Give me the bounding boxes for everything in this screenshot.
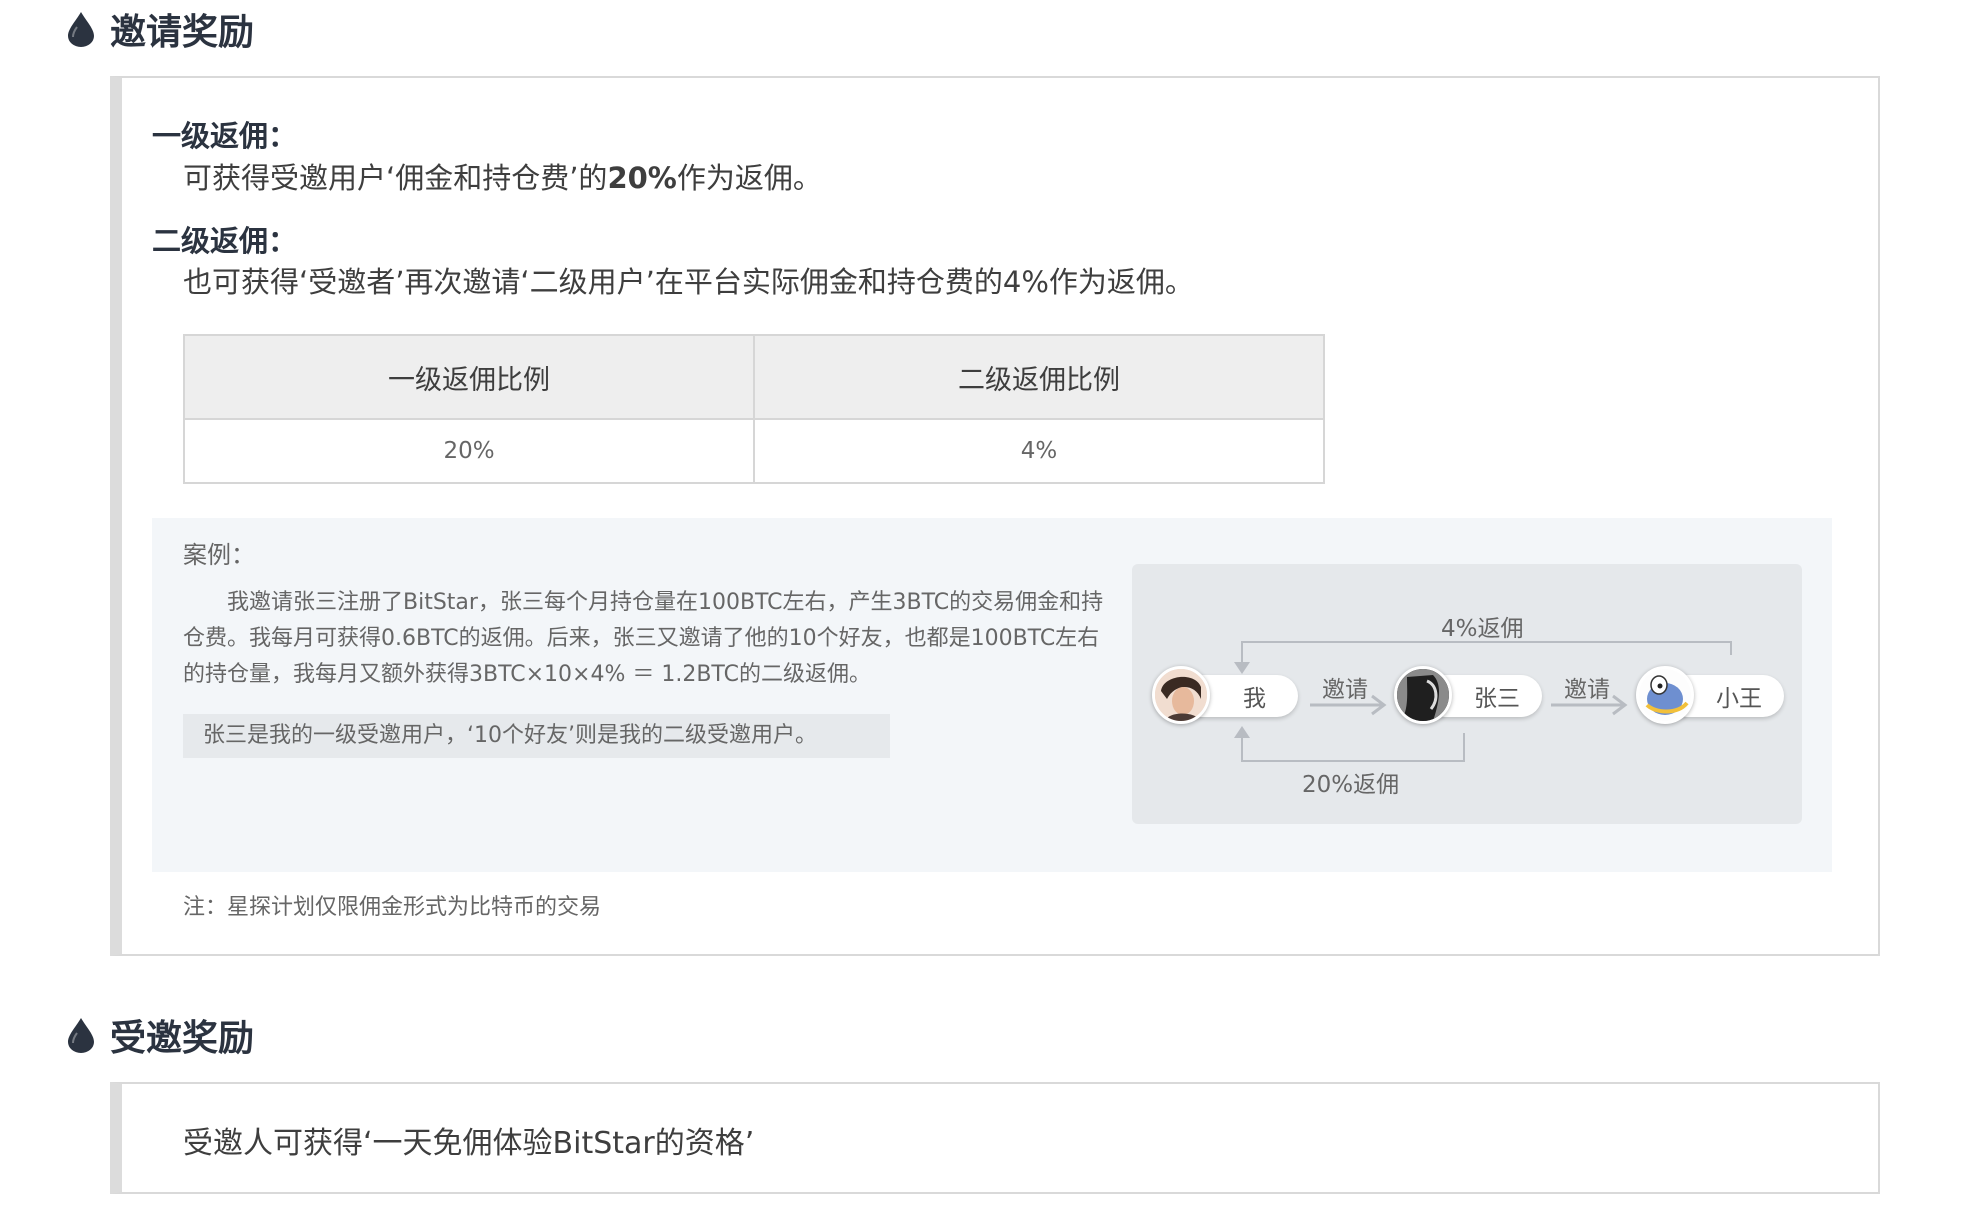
level1-desc-suffix: 作为返佣。 <box>676 161 822 195</box>
case-label: 案例： <box>183 541 255 569</box>
level2-title: 二级返佣： <box>152 224 298 258</box>
user-name-xiaowang: 小王 <box>1716 686 1762 712</box>
diagram-invite-label-1: 邀请 <box>1322 677 1368 703</box>
case-paragraph: 我邀请张三注册了BitStar，张三每个月持仓量在100BTC左右，产生3BTC… <box>183 585 1113 693</box>
avatar-me-icon <box>1155 669 1207 721</box>
ratio-value-level1: 20% <box>183 418 755 484</box>
level1-title: 一级返佣： <box>152 119 298 153</box>
ratio-header-level1: 一级返佣比例 <box>183 334 755 420</box>
level1-desc-prefix: 可获得受邀用户‘佣金和持仓费’的 <box>183 161 608 195</box>
diagram-top-label: 4%返佣 <box>1441 616 1524 642</box>
user-name-me: 我 <box>1243 686 1266 712</box>
ratio-table-header: 一级返佣比例 二级返佣比例 <box>183 334 1325 420</box>
level2-desc: 也可获得‘受邀者’再次邀请‘二级用户’在平台实际佣金和持仓费的4%作为返佣。 <box>183 265 1194 299</box>
diagram-invite-label-2: 邀请 <box>1564 677 1610 703</box>
ratio-value-level2: 4% <box>753 418 1325 484</box>
avatar <box>1152 666 1210 724</box>
case-paragraph-text: 我邀请张三注册了BitStar，张三每个月持仓量在100BTC左右，产生3BTC… <box>183 590 1104 687</box>
avatar <box>1394 666 1452 724</box>
level1-desc: 可获得受邀用户‘佣金和持仓费’的20%作为返佣。 <box>183 155 822 197</box>
invitee-reward-desc: 受邀人可获得‘一天免佣体验BitStar的资格’ <box>183 1126 755 1161</box>
level1-desc-percent: 20% <box>607 161 677 195</box>
ratio-header-level2: 二级返佣比例 <box>753 334 1325 420</box>
drop-icon <box>68 12 94 47</box>
avatar-zhangsan-icon <box>1397 669 1449 721</box>
diagram-bottom-label: 20%返佣 <box>1302 772 1400 798</box>
invitee-reward-title: 受邀奖励 <box>110 1018 255 1059</box>
invitee-reward-heading: 受邀奖励 <box>66 1012 255 1059</box>
avatar <box>1636 666 1694 724</box>
avatar-xiaowang-icon <box>1639 669 1691 721</box>
case-highlight: 张三是我的一级受邀用户，‘10个好友’则是我的二级受邀用户。 <box>183 714 890 758</box>
table-row: 20% 4% <box>183 418 1325 484</box>
ratio-table: 一级返佣比例 二级返佣比例 20% 4% <box>183 334 1325 484</box>
user-name-zhangsan: 张三 <box>1474 686 1520 712</box>
note-text: 注：星探计划仅限佣金形式为比特币的交易 <box>183 895 602 920</box>
drop-icon <box>68 1018 94 1053</box>
invite-reward-title: 邀请奖励 <box>110 12 255 53</box>
invite-reward-heading: 邀请奖励 <box>66 6 255 53</box>
